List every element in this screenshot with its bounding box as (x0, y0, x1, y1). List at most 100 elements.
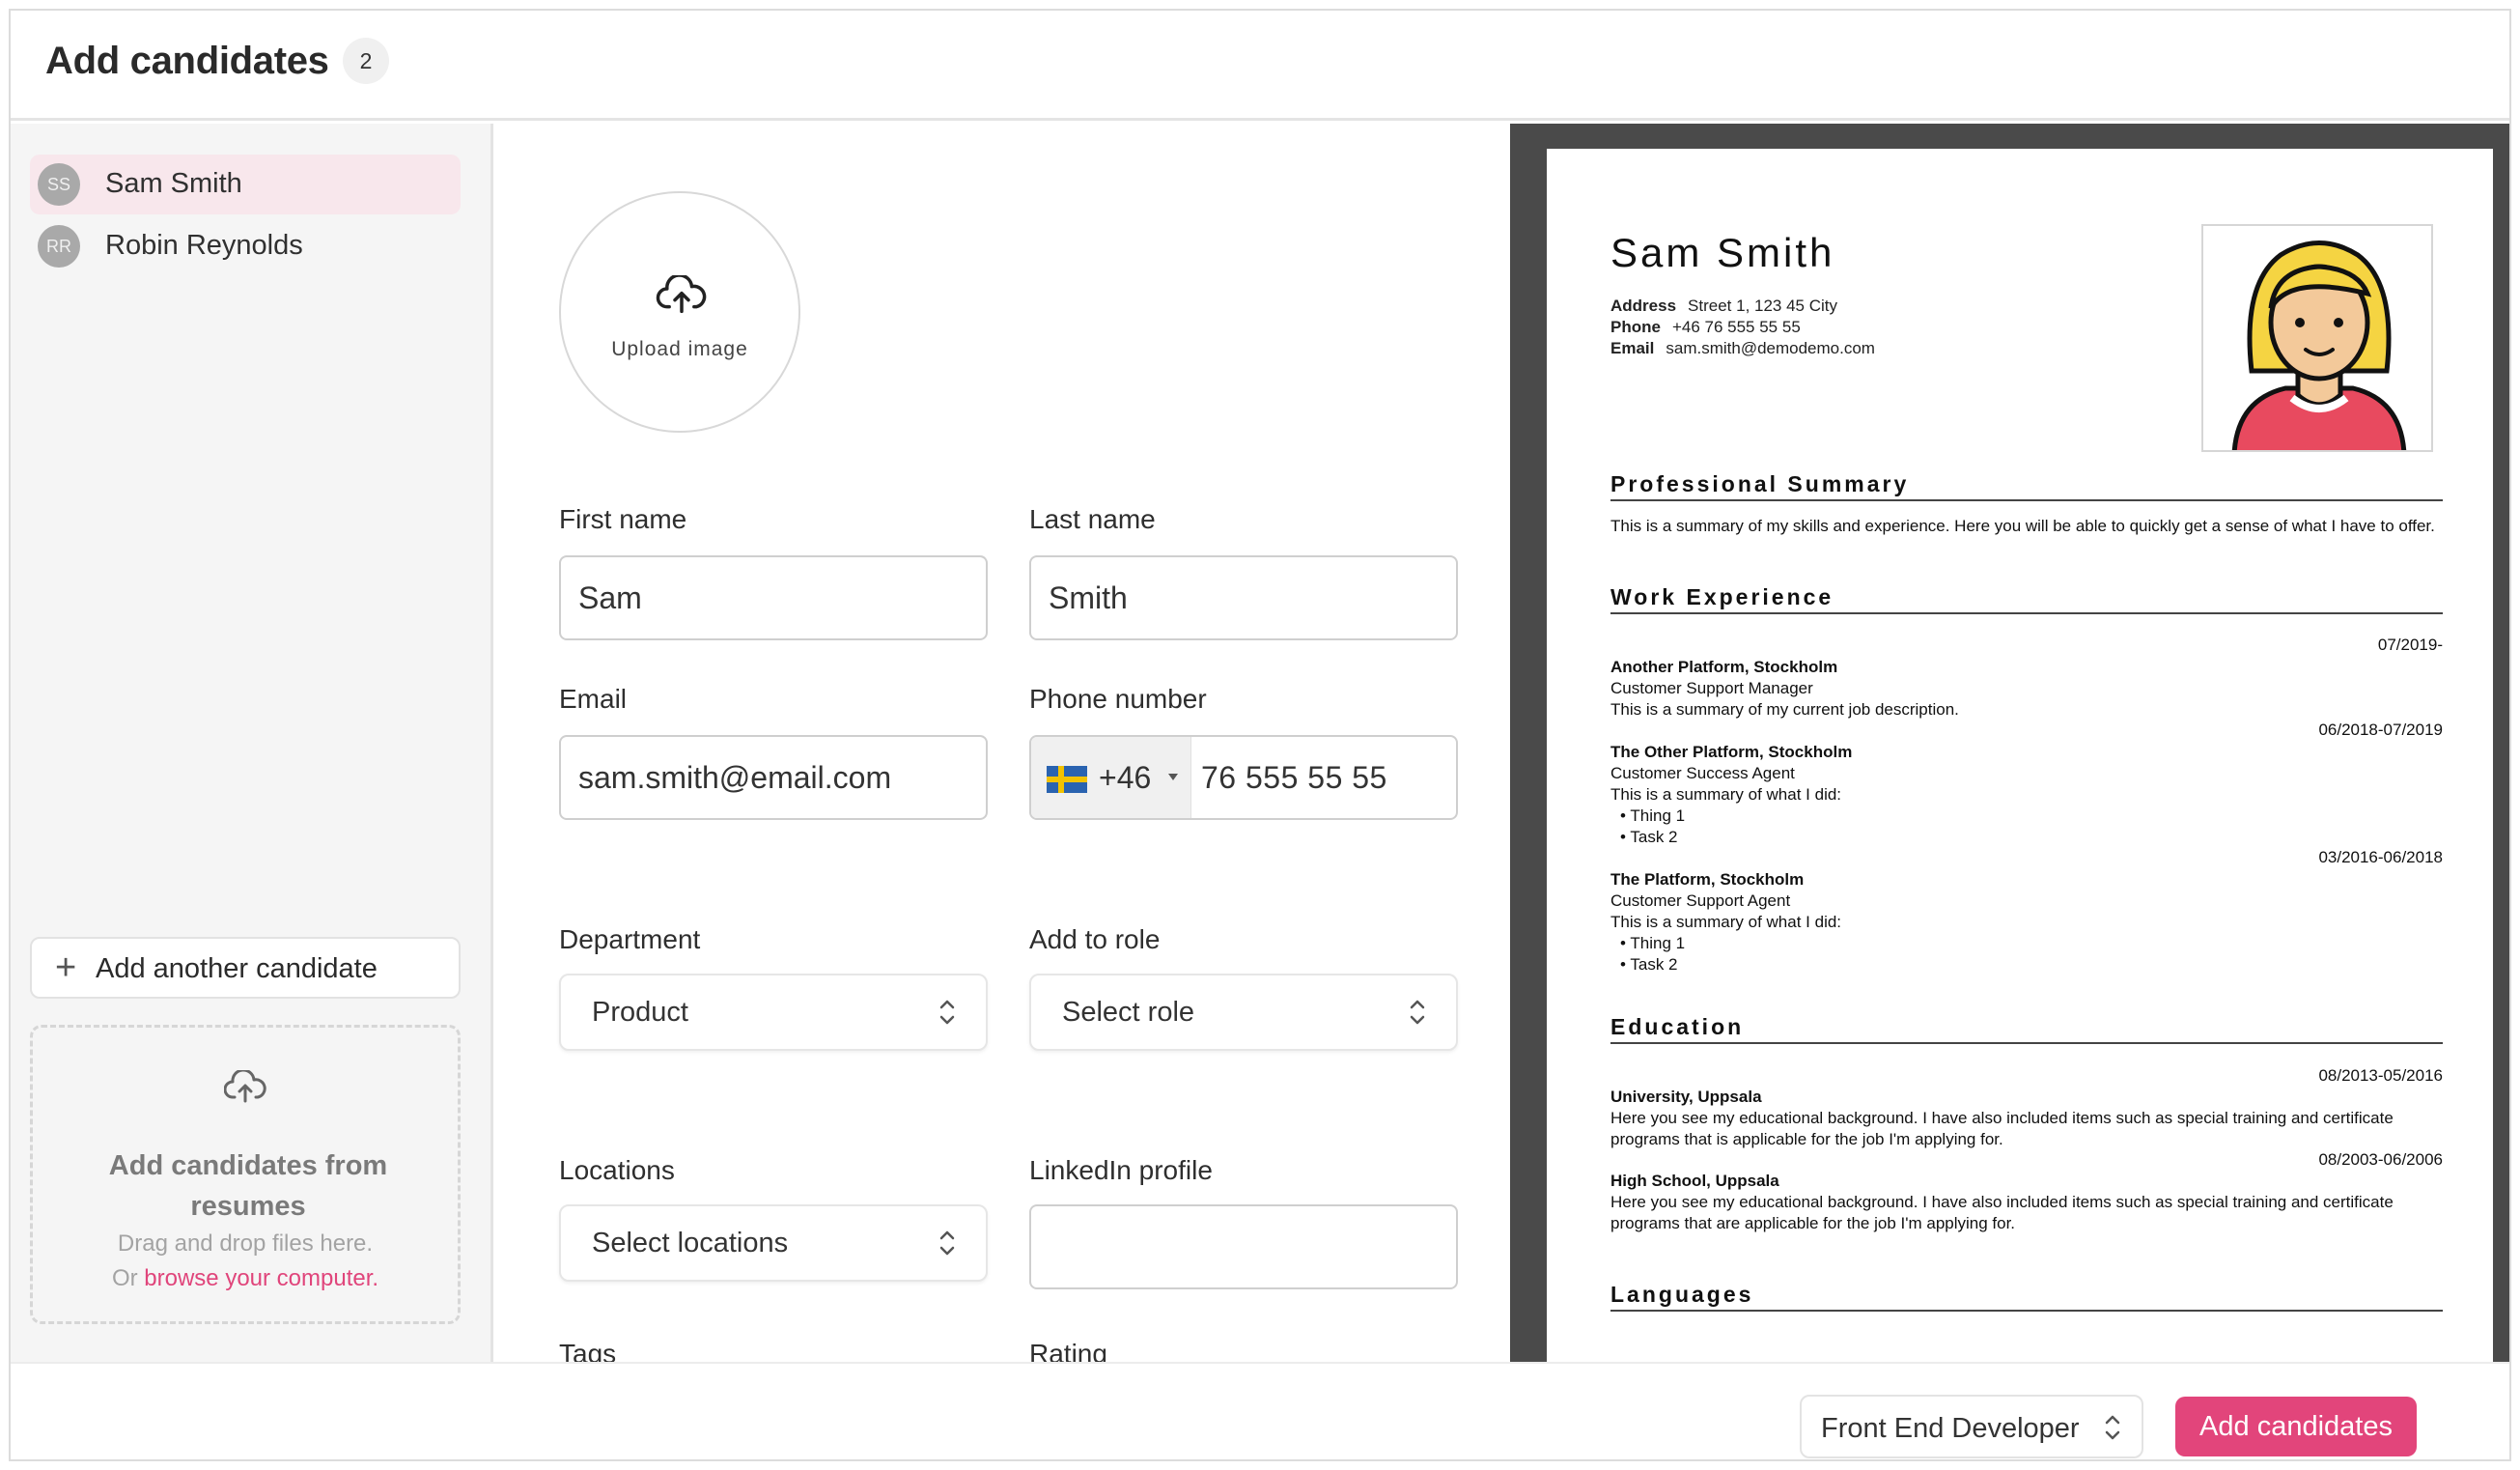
add-candidates-dialog: Add candidates 2 SS Sam Smith RR Robin R… (9, 9, 2511, 1461)
rating-label: Rating (1029, 1339, 1107, 1362)
job-desc: This is a summary of my current job desc… (1610, 700, 1959, 719)
dialog-header: Add candidates 2 (11, 11, 2509, 121)
chevron-up-down-icon (2105, 1415, 2120, 1440)
candidate-name: Sam Smith (105, 168, 242, 199)
upload-image-button[interactable]: Upload image (559, 191, 800, 433)
job-desc: This is a summary of what I did: (1610, 785, 1842, 804)
page-title: Add candidates (45, 40, 329, 82)
sweden-flag-icon (1047, 766, 1087, 793)
dropzone-browse-line: Or browse your computer. (33, 1265, 458, 1292)
education-desc: programs that are applicable for the job… (1610, 1214, 2016, 1232)
avatar: SS (38, 163, 80, 206)
resume-phone: Phone +46 76 555 55 55 (1610, 318, 1801, 337)
first-name-field[interactable]: Sam (559, 555, 988, 640)
email-value: sam.smith@demodemo.com (1666, 339, 1875, 357)
education-desc: programs that is applicable for the job … (1610, 1130, 2003, 1148)
department-select[interactable]: Product (559, 974, 988, 1051)
last-name-value: Smith (1049, 580, 1128, 615)
job-date: 03/2016-06/2018 (2318, 848, 2443, 866)
add-another-label: Add another candidate (96, 953, 378, 984)
avatar: RR (38, 225, 80, 268)
linkedin-field[interactable] (1029, 1204, 1458, 1289)
footer-role-value: Front End Developer (1821, 1413, 2080, 1444)
chevron-up-down-icon (939, 1230, 955, 1256)
email-field[interactable]: sam.smith@email.com (559, 735, 988, 820)
email-label: Email (559, 684, 628, 714)
candidate-form: Upload image First name Last name Sam Sm… (496, 124, 1517, 1362)
resume-page: Sam Smith Address Street 1, 123 45 City P… (1547, 149, 2493, 1362)
resume-preview[interactable]: Sam Smith Address Street 1, 123 45 City P… (1510, 124, 2509, 1362)
chevron-up-down-icon (1410, 1000, 1425, 1025)
role-select[interactable]: Select role (1029, 974, 1458, 1051)
browse-computer-link[interactable]: browse your computer. (144, 1265, 378, 1291)
plus-icon: + (55, 947, 77, 988)
add-candidates-button[interactable]: Add candidates (2175, 1397, 2417, 1456)
country-code-select[interactable]: +46 (1031, 737, 1191, 818)
job-bullet: • Task 2 (1620, 828, 1678, 846)
job-title: Customer Support Agent (1610, 891, 1791, 910)
job-company: The Platform, Stockholm (1610, 870, 1805, 889)
job-company: The Other Platform, Stockholm (1610, 743, 1853, 761)
department-value: Product (592, 997, 688, 1028)
summary-text: This is a summary of my skills and exper… (1610, 517, 2435, 535)
address-value: Street 1, 123 45 City (1688, 297, 1838, 315)
resume-email: Email sam.smith@demodemo.com (1610, 339, 1875, 358)
last-name-label: Last name (1029, 504, 1156, 534)
first-name-label: First name (559, 504, 687, 534)
candidate-item-sam-smith[interactable]: SS Sam Smith (30, 155, 461, 214)
job-title: Customer Support Manager (1610, 679, 1813, 697)
phone-label: Phone (1610, 318, 1661, 336)
last-name-field[interactable]: Smith (1029, 555, 1458, 640)
chevron-up-down-icon (939, 1000, 955, 1025)
job-title: Customer Success Agent (1610, 764, 1795, 782)
email-value: sam.smith@email.com (578, 760, 892, 795)
dropzone-subtitle: Drag and drop files here. (117, 1230, 374, 1257)
phone-label: Phone number (1029, 684, 1207, 714)
avatar-illustration (2231, 240, 2407, 450)
job-date: 07/2019- (2377, 636, 2443, 654)
education-date: 08/2013-05/2016 (2318, 1066, 2443, 1085)
candidate-name: Robin Reynolds (105, 230, 303, 261)
resume-address: Address Street 1, 123 45 City (1610, 297, 1837, 316)
job-bullet: • Thing 1 (1620, 806, 1686, 825)
first-name-value: Sam (578, 580, 642, 615)
phone-number-value: 76 555 55 55 (1201, 760, 1387, 795)
footer-role-select[interactable]: Front End Developer (1800, 1395, 2143, 1458)
cloud-upload-icon (224, 1070, 266, 1103)
dialog-footer: Front End Developer Add candidates (11, 1362, 2509, 1459)
job-bullet: • Thing 1 (1620, 934, 1686, 952)
resume-photo (2201, 224, 2433, 452)
job-company: Another Platform, Stockholm (1610, 658, 1838, 676)
linkedin-label: LinkedIn profile (1029, 1155, 1213, 1185)
upload-image-label: Upload image (611, 338, 748, 360)
add-to-role-label: Add to role (1029, 924, 1161, 954)
dropzone-or-text: Or (111, 1265, 138, 1291)
role-placeholder: Select role (1062, 997, 1195, 1028)
candidate-item-robin-reynolds[interactable]: RR Robin Reynolds (30, 216, 461, 276)
department-label: Department (559, 924, 701, 954)
education-desc: Here you see my educational background. … (1610, 1109, 2394, 1127)
email-label: Email (1610, 339, 1655, 357)
candidate-count-badge: 2 (343, 38, 389, 84)
resume-name: Sam Smith (1610, 230, 1835, 275)
phone-value: +46 76 555 55 55 (1671, 318, 1801, 336)
locations-label: Locations (559, 1155, 675, 1185)
caret-down-icon (1168, 774, 1178, 780)
cloud-upload-icon (656, 275, 707, 314)
resume-dropzone[interactable]: Add candidates from resumes Drag and dro… (30, 1025, 461, 1324)
education-school: University, Uppsala (1610, 1088, 1762, 1106)
education-desc: Here you see my educational background. … (1610, 1193, 2394, 1211)
languages-heading: Languages (1610, 1282, 2443, 1312)
tags-label: Tags (559, 1339, 617, 1362)
locations-select[interactable]: Select locations (559, 1204, 988, 1282)
education-school: High School, Uppsala (1610, 1172, 1779, 1190)
add-another-candidate-button[interactable]: + Add another candidate (30, 937, 461, 999)
country-code: +46 (1099, 760, 1152, 795)
job-bullet: • Task 2 (1620, 955, 1678, 974)
address-label: Address (1610, 297, 1677, 315)
phone-field[interactable]: +46 76 555 55 55 (1029, 735, 1458, 820)
education-date: 08/2003-06/2006 (2318, 1150, 2443, 1169)
job-desc: This is a summary of what I did: (1610, 913, 1842, 931)
candidate-sidebar: SS Sam Smith RR Robin Reynolds + Add ano… (11, 124, 493, 1362)
job-date: 06/2018-07/2019 (2318, 721, 2443, 739)
